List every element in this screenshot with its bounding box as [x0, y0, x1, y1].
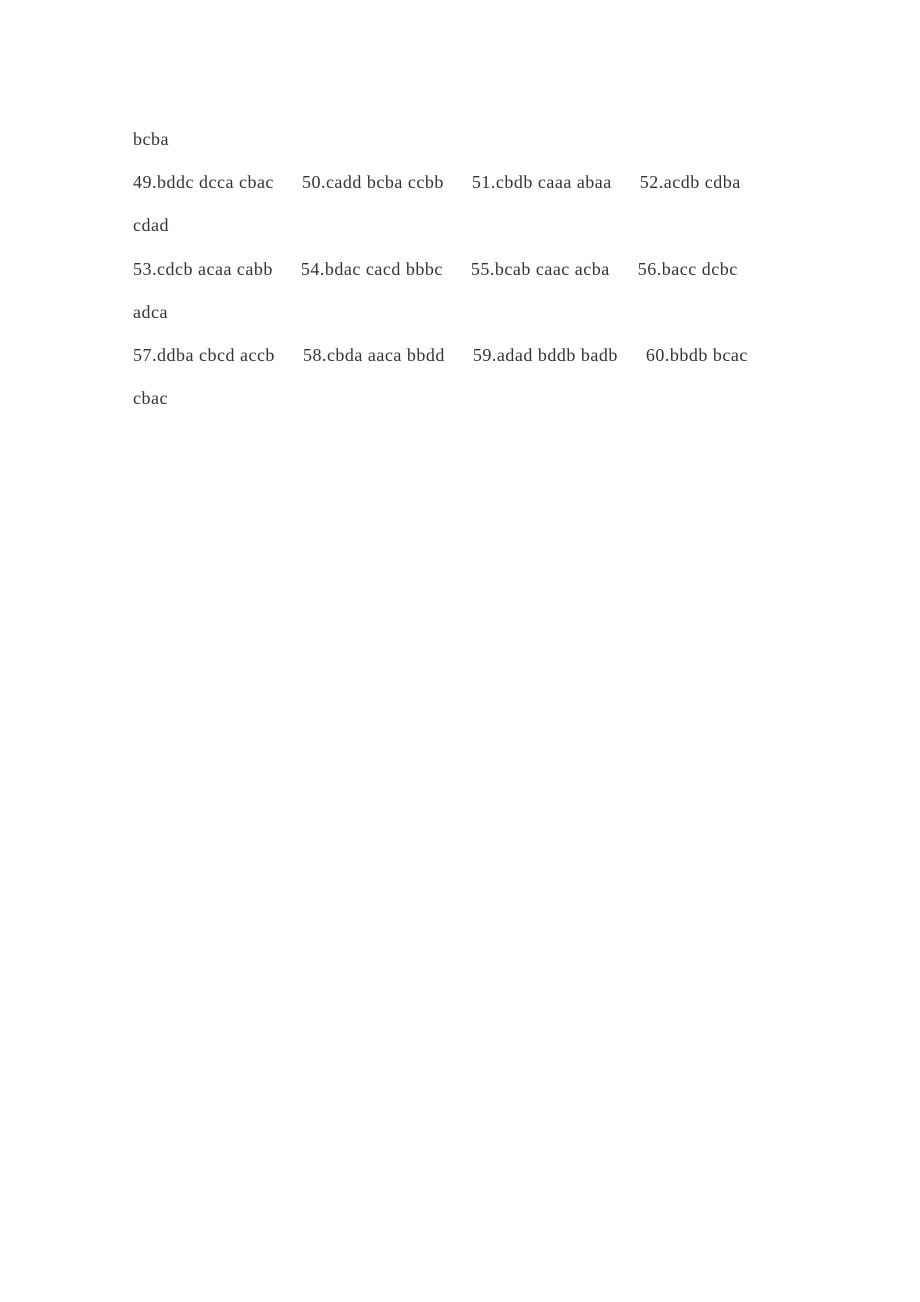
- answer-item: 56.bacc dcbc: [638, 248, 738, 291]
- item-codes: bddc dcca cbac: [157, 172, 274, 192]
- answer-item: 55.bcab caac acba: [471, 248, 610, 291]
- answer-item: 50.cadd bcba ccbb: [302, 161, 444, 204]
- answer-item: 57.ddba cbcd accb: [133, 334, 275, 377]
- text-fragment: bcba: [133, 129, 169, 149]
- item-codes: cadd bcba ccbb: [326, 172, 444, 192]
- item-codes: cbda aaca bbdd: [327, 345, 445, 365]
- item-codes: bacc dcbc: [662, 259, 738, 279]
- answer-item: 60.bbdb bcac: [646, 334, 748, 377]
- item-codes: adad bddb badb: [497, 345, 618, 365]
- text-line: cbac: [133, 377, 790, 420]
- item-number: 50: [302, 172, 321, 192]
- text-line: cdad: [133, 204, 790, 247]
- answer-item: 53.cdcb acaa cabb: [133, 248, 273, 291]
- item-number: 55: [471, 259, 490, 279]
- item-number: 60: [646, 345, 665, 365]
- document-page: bcba 49.bddc dcca cbac 50.cadd bcba ccbb…: [0, 0, 920, 420]
- item-number: 49: [133, 172, 152, 192]
- text-line: adca: [133, 291, 790, 334]
- text-line: 53.cdcb acaa cabb 54.bdac cacd bbbc 55.b…: [133, 248, 790, 291]
- answer-item: 58.cbda aaca bbdd: [303, 334, 445, 377]
- answer-item: 49.bddc dcca cbac: [133, 161, 274, 204]
- item-number: 59: [473, 345, 492, 365]
- item-codes: cdcb acaa cabb: [157, 259, 273, 279]
- answer-item: 51.cbdb caaa abaa: [472, 161, 612, 204]
- item-number: 51: [472, 172, 491, 192]
- text-line: bcba: [133, 118, 790, 161]
- item-codes: bdac cacd bbbc: [325, 259, 443, 279]
- item-codes: acdb cdba: [664, 172, 741, 192]
- item-number: 56: [638, 259, 657, 279]
- item-codes: cbdb caaa abaa: [496, 172, 612, 192]
- item-number: 58: [303, 345, 322, 365]
- text-fragment: adca: [133, 302, 168, 322]
- text-fragment: cdad: [133, 215, 169, 235]
- item-number: 57: [133, 345, 152, 365]
- item-codes: bcab caac acba: [495, 259, 610, 279]
- text-line: 57.ddba cbcd accb 58.cbda aaca bbdd 59.a…: [133, 334, 790, 377]
- item-number: 54: [301, 259, 320, 279]
- item-number: 52: [640, 172, 659, 192]
- text-fragment: cbac: [133, 388, 168, 408]
- item-codes: ddba cbcd accb: [157, 345, 275, 365]
- item-codes: bbdb bcac: [670, 345, 748, 365]
- answer-item: 52.acdb cdba: [640, 161, 741, 204]
- text-line: 49.bddc dcca cbac 50.cadd bcba ccbb 51.c…: [133, 161, 790, 204]
- item-number: 53: [133, 259, 152, 279]
- answer-item: 59.adad bddb badb: [473, 334, 618, 377]
- answer-item: 54.bdac cacd bbbc: [301, 248, 443, 291]
